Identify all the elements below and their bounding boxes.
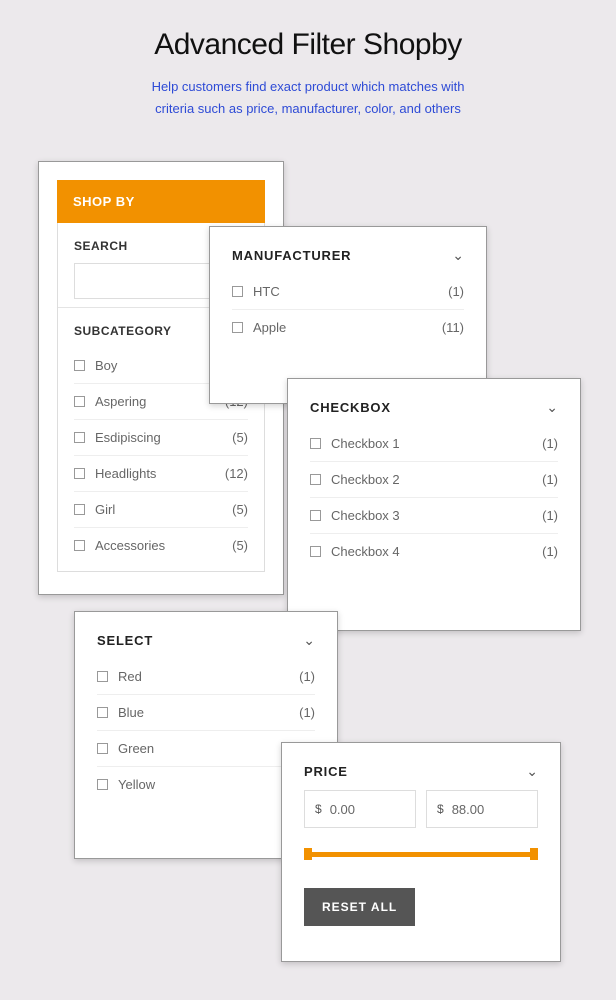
filter-count: (5)	[232, 502, 248, 517]
filter-label: Checkbox 2	[331, 472, 400, 487]
filter-count: (1)	[542, 544, 558, 559]
filter-label: Checkbox 3	[331, 508, 400, 523]
checkbox-icon[interactable]	[310, 510, 321, 521]
filter-label: Apple	[253, 320, 286, 335]
shopby-header: SHOP BY	[57, 180, 265, 223]
price-from-input[interactable]	[330, 802, 405, 817]
filter-label: Esdipiscing	[95, 430, 161, 445]
filter-label: Accessories	[95, 538, 165, 553]
panel-title: PRICE	[304, 764, 348, 779]
currency-symbol: $	[315, 802, 322, 816]
filter-label: Checkbox 1	[331, 436, 400, 451]
price-from-field[interactable]: $	[304, 790, 416, 828]
filter-count: (1)	[448, 284, 464, 299]
checkbox-icon[interactable]	[74, 360, 85, 371]
filter-label: Girl	[95, 502, 115, 517]
checkbox-icon[interactable]	[97, 707, 108, 718]
filter-label: Headlights	[95, 466, 156, 481]
panel-title: CHECKBOX	[310, 400, 391, 415]
filter-label: Checkbox 4	[331, 544, 400, 559]
filter-count: (1)	[299, 705, 315, 720]
checkbox-icon[interactable]	[310, 546, 321, 557]
list-item[interactable]: Checkbox 4 (1)	[310, 534, 558, 569]
chevron-down-icon[interactable]: ⌄	[546, 399, 558, 416]
filter-count: (5)	[232, 430, 248, 445]
page-subtitle: Help customers find exact product which …	[0, 76, 616, 120]
currency-symbol: $	[437, 802, 444, 816]
price-slider[interactable]	[304, 852, 538, 858]
checkbox-icon[interactable]	[97, 779, 108, 790]
filter-count: (1)	[542, 508, 558, 523]
filter-count: (12)	[225, 466, 248, 481]
price-to-field[interactable]: $	[426, 790, 538, 828]
page-title: Advanced Filter Shopby	[0, 0, 616, 62]
filter-count: (1)	[299, 669, 315, 684]
filter-label: Blue	[118, 705, 144, 720]
checkbox-icon[interactable]	[74, 468, 85, 479]
panel-title: SELECT	[97, 633, 153, 648]
checkbox-icon[interactable]	[74, 504, 85, 515]
filter-count: (11)	[442, 320, 464, 335]
panel-title: MANUFACTURER	[232, 248, 351, 263]
filter-count: (5)	[232, 538, 248, 553]
chevron-down-icon[interactable]: ⌄	[303, 632, 315, 649]
filter-label: Yellow	[118, 777, 155, 792]
list-item[interactable]: Headlights (12)	[74, 456, 248, 492]
list-item[interactable]: Checkbox 2 (1)	[310, 462, 558, 498]
slider-handle-min[interactable]	[304, 848, 312, 860]
checkbox-icon[interactable]	[310, 474, 321, 485]
slider-track	[304, 852, 538, 857]
list-item[interactable]: Checkbox 3 (1)	[310, 498, 558, 534]
list-item[interactable]: Apple (11)	[232, 310, 464, 345]
chevron-down-icon[interactable]: ⌄	[526, 763, 538, 780]
checkbox-icon[interactable]	[310, 438, 321, 449]
checkbox-icon[interactable]	[74, 540, 85, 551]
filter-label: HTC	[253, 284, 280, 299]
reset-all-button[interactable]: RESET ALL	[304, 888, 415, 926]
list-item[interactable]: Girl (5)	[74, 492, 248, 528]
price-panel: PRICE ⌄ $ $ RESET ALL	[281, 742, 561, 962]
list-item[interactable]: Blue (1)	[97, 695, 315, 731]
filter-label: Boy	[95, 358, 117, 373]
slider-handle-max[interactable]	[530, 848, 538, 860]
checkbox-icon[interactable]	[97, 671, 108, 682]
list-item[interactable]: Accessories (5)	[74, 528, 248, 563]
filter-count: (1)	[542, 472, 558, 487]
checkbox-panel: CHECKBOX ⌄ Checkbox 1 (1) Checkbox 2 (1)…	[287, 378, 581, 631]
list-item[interactable]: HTC (1)	[232, 274, 464, 310]
list-item[interactable]: Esdipiscing (5)	[74, 420, 248, 456]
checkbox-icon[interactable]	[74, 396, 85, 407]
list-item[interactable]: Red (1)	[97, 659, 315, 695]
checkbox-icon[interactable]	[232, 286, 243, 297]
filter-label: Red	[118, 669, 142, 684]
price-to-input[interactable]	[452, 802, 527, 817]
chevron-down-icon[interactable]: ⌄	[452, 247, 464, 264]
list-item[interactable]: Checkbox 1 (1)	[310, 426, 558, 462]
checkbox-icon[interactable]	[97, 743, 108, 754]
filter-count: (1)	[542, 436, 558, 451]
checkbox-icon[interactable]	[232, 322, 243, 333]
filter-label: Green	[118, 741, 154, 756]
filter-label: Aspering	[95, 394, 146, 409]
checkbox-icon[interactable]	[74, 432, 85, 443]
